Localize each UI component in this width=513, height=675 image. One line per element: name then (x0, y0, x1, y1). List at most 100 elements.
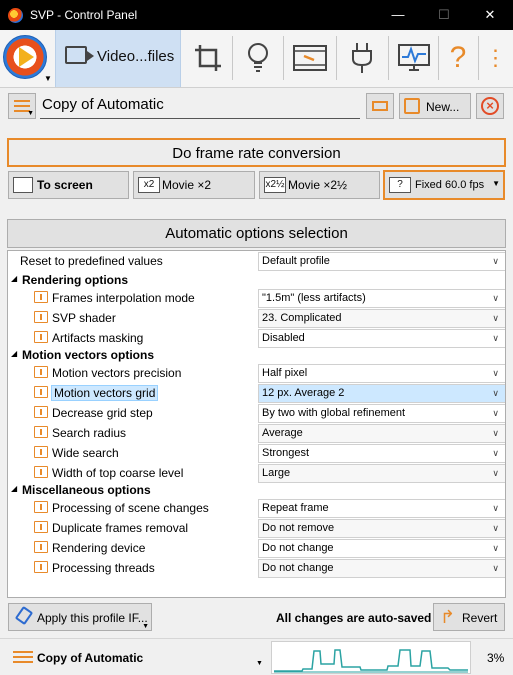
collapse-arrow-icon: ◢ (11, 349, 18, 358)
plug-icon[interactable] (340, 36, 384, 80)
chevron-down-icon: ▼ (27, 110, 34, 117)
option-value: By two with global refinement (262, 407, 406, 419)
lightbulb-icon[interactable] (236, 36, 280, 80)
section-rendering-options[interactable]: ◢ Rendering options (8, 270, 505, 290)
option-row[interactable]: Motion vectors precision Half pixel ∨ (8, 363, 505, 383)
rename-icon (372, 101, 388, 111)
section-motion-vectors-options[interactable]: ◢ Motion vectors options (8, 345, 505, 365)
info-icon (34, 501, 48, 513)
fixed-fps-label: Fixed 60.0 fps (415, 179, 485, 191)
option-select[interactable]: By two with global refinement ∨ (258, 404, 505, 423)
maximize-button[interactable]: ☐ (421, 0, 467, 30)
option-row[interactable]: Frames interpolation mode "1.5m" (less a… (8, 288, 505, 308)
option-select[interactable]: 23. Complicated ∨ (258, 309, 505, 328)
option-row[interactable]: Processing threads Do not change ∨ (8, 558, 505, 578)
film-icon[interactable] (288, 36, 332, 80)
fixed-fps-icon: ? (389, 177, 411, 193)
status-bar: Copy of Automatic ▼ 3% (0, 638, 513, 675)
option-select[interactable]: Do not change ∨ (258, 559, 505, 578)
option-value: Disabled (262, 332, 305, 344)
option-label: Rendering device (52, 541, 146, 555)
chevron-down-icon: ∨ (492, 256, 499, 266)
chevron-down-icon[interactable]: ▼ (256, 660, 263, 667)
toolbar-separator (232, 36, 233, 80)
footer-bar: Apply this profile IF... ▼ All changes a… (0, 602, 513, 634)
option-row[interactable]: Duplicate frames removal Do not remove ∨ (8, 518, 505, 538)
apply-profile-if-button[interactable]: Apply this profile IF... ▼ (8, 603, 152, 631)
chevron-down-icon: ∨ (492, 368, 499, 378)
rename-profile-button[interactable] (366, 93, 394, 119)
x2-5-icon: x2½ (264, 177, 286, 193)
tab-video-files[interactable]: Video...files (55, 30, 181, 87)
delete-profile-button[interactable]: × (476, 93, 504, 119)
video-camera-icon (65, 46, 94, 64)
option-label: Decrease grid step (52, 406, 153, 420)
option-select[interactable]: Do not change ∨ (258, 539, 505, 558)
chevron-down-icon: ∨ (492, 313, 499, 323)
more-icon[interactable]: ⋮ (480, 36, 510, 80)
close-window-button[interactable]: ✕ (467, 0, 513, 30)
new-profile-button[interactable]: New... (399, 93, 471, 119)
pin-icon (13, 608, 31, 626)
movie-x2-button[interactable]: x2 Movie ×2 (133, 171, 255, 199)
section-title: Motion vectors options (22, 348, 154, 362)
minimize-button[interactable]: — (375, 0, 421, 30)
chevron-down-icon: ∨ (492, 523, 499, 533)
option-value: 23. Complicated (262, 312, 342, 324)
revert-button[interactable]: ↱ Revert (433, 603, 505, 631)
monitor-icon[interactable] (392, 36, 436, 80)
option-row[interactable]: Rendering device Do not change ∨ (8, 538, 505, 558)
frame-rate-options: To screen x2 Movie ×2 x2½ Movie ×2½ ? Fi… (0, 170, 513, 201)
option-select[interactable]: Half pixel ∨ (258, 364, 505, 383)
info-icon (34, 426, 48, 438)
option-label: Processing of scene changes (52, 501, 209, 515)
to-screen-label: To screen (37, 178, 93, 192)
profile-menu-button[interactable]: ▼ (8, 93, 36, 119)
option-select[interactable]: Average ∨ (258, 424, 505, 443)
option-label: Motion vectors precision (52, 366, 182, 380)
chevron-down-icon: ∨ (492, 428, 499, 438)
option-select[interactable]: Strongest ∨ (258, 444, 505, 463)
automatic-options-button[interactable]: Automatic options selection (7, 219, 506, 248)
option-select[interactable]: Repeat frame ∨ (258, 499, 505, 518)
svp-app-icon (8, 8, 23, 23)
option-value: "1.5m" (less artifacts) (262, 292, 366, 304)
section-miscellaneous-options[interactable]: ◢ Miscellaneous options (8, 480, 505, 500)
autosaved-text: All changes are auto-saved (276, 611, 432, 625)
to-screen-button[interactable]: To screen (8, 171, 129, 199)
chevron-down-icon: ▼ (142, 623, 149, 630)
option-select[interactable]: 12 px. Average 2 ∨ (258, 384, 505, 403)
option-label: SVP shader (52, 311, 116, 325)
option-row[interactable]: Processing of scene changes Repeat frame… (8, 498, 505, 518)
option-row[interactable]: SVP shader 23. Complicated ∨ (8, 308, 505, 328)
option-label: Width of top coarse level (52, 466, 184, 480)
option-row[interactable]: Decrease grid step By two with global re… (8, 403, 505, 423)
option-row-selected[interactable]: Motion vectors grid 12 px. Average 2 ∨ (8, 383, 505, 403)
toolbar-separator (336, 36, 337, 80)
option-label: Processing threads (52, 561, 155, 575)
info-icon (34, 331, 48, 343)
reset-select[interactable]: Default profile ∨ (258, 252, 505, 271)
x2-icon: x2 (138, 177, 160, 193)
option-row[interactable]: Search radius Average ∨ (8, 423, 505, 443)
collapse-arrow-icon: ◢ (11, 484, 18, 493)
toolbar-separator (438, 36, 439, 80)
menu-icon[interactable] (13, 651, 33, 665)
crop-icon[interactable] (186, 36, 230, 80)
toolbar-separator (388, 36, 389, 80)
toolbar-separator (283, 36, 284, 80)
chevron-down-icon: ∨ (492, 293, 499, 303)
option-label: Artifacts masking (52, 331, 144, 345)
help-icon[interactable]: ? (436, 36, 480, 80)
section-title: Rendering options (22, 273, 128, 287)
svp-logo-icon[interactable]: ▼ (2, 32, 54, 84)
info-icon (34, 541, 48, 553)
profile-name-field[interactable]: Copy of Automatic (40, 95, 360, 119)
option-select[interactable]: "1.5m" (less artifacts) ∨ (258, 289, 505, 308)
status-profile-name[interactable]: Copy of Automatic (37, 651, 143, 665)
option-select[interactable]: Do not remove ∨ (258, 519, 505, 538)
option-row[interactable]: Wide search Strongest ∨ (8, 443, 505, 463)
fixed-fps-button[interactable]: ? Fixed 60.0 fps ▼ (383, 170, 505, 200)
frame-rate-conversion-button[interactable]: Do frame rate conversion (7, 138, 506, 167)
movie-x2-5-button[interactable]: x2½ Movie ×2½ (259, 171, 380, 199)
